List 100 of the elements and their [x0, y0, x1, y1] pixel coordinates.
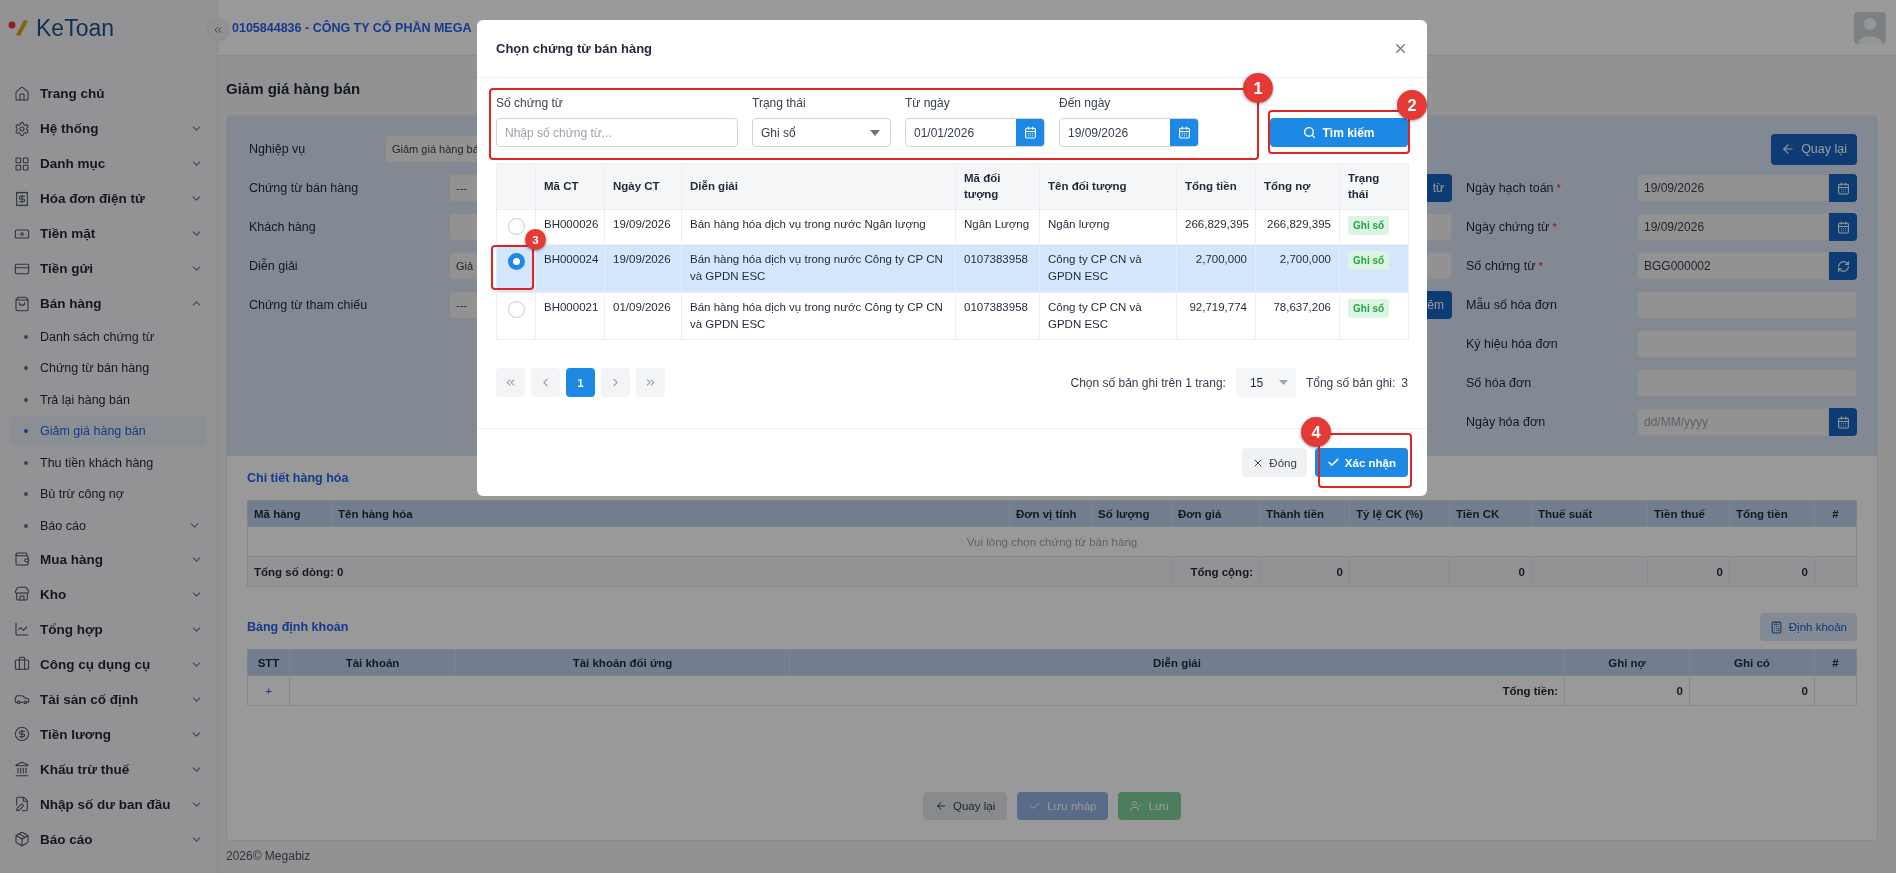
sidebar-subitem[interactable]: Trả lại hàng bán — [10, 384, 207, 416]
input-field[interactable]: 19/09/2026 — [1637, 213, 1829, 241]
field-label: Ký hiệu hóa đơn — [1466, 337, 1559, 351]
sidebar-item[interactable]: Hệ thống — [10, 111, 207, 146]
page-size-label: Chọn số bản ghi trên 1 trang: — [1070, 375, 1226, 390]
field-label: Chứng từ bán hàng — [249, 181, 360, 195]
previous-page-button[interactable] — [531, 368, 560, 397]
calendar-button[interactable] — [1829, 174, 1857, 202]
calendar-button[interactable] — [1829, 408, 1857, 436]
table-cell: Bán hàng hóa dịch vụ trong nước Công ty CP CN và GPDN ESC — [681, 244, 956, 292]
column-header: Ghi có — [1689, 649, 1815, 676]
entry-button[interactable]: Định khoản — [1759, 613, 1857, 641]
company-name: 0105844836 - CÔNG TY CỔ PHẦN MEGA — [232, 20, 473, 35]
radio-button[interactable] — [507, 253, 525, 270]
package-icon — [14, 831, 30, 847]
double-chevron-left-icon — [504, 376, 517, 389]
sidebar-item[interactable]: Báo cáo — [10, 821, 207, 857]
table-cell: Bán hàng hóa dịch vụ trong nước Ngân lượng — [681, 209, 956, 245]
sidebar-item[interactable]: Nhập số dư ban đầu — [10, 786, 207, 822]
sidebar-item[interactable]: Tiền gửi — [10, 251, 207, 286]
empty-message: Vui lòng chọn chứng từ bán hàng — [247, 526, 1857, 557]
chart-icon — [14, 621, 30, 637]
close-button[interactable] — [1393, 41, 1408, 56]
field-label: Ngày chứng từ * — [1466, 220, 1558, 234]
sidebar-subitem[interactable]: Bù trừ công nợ — [10, 478, 207, 510]
step-number: 1 — [1243, 73, 1273, 103]
calendar-button[interactable] — [1829, 213, 1857, 241]
column-header: Tổng tiền — [1176, 163, 1256, 210]
sidebar-subitem[interactable]: Báo cáo — [10, 510, 207, 542]
table-cell: BH000024 — [535, 244, 605, 292]
sidebar-item[interactable]: Tiền mặt — [10, 216, 207, 251]
refresh-button[interactable] — [1829, 252, 1857, 280]
page-size-select[interactable]: 15 — [1235, 368, 1296, 397]
sidebar-subitem[interactable]: Thu tiền khách hàng — [10, 447, 207, 479]
column-header: # — [1814, 649, 1857, 676]
sidebar-item[interactable]: Trang chủ — [10, 76, 207, 111]
sidebar-item[interactable]: Khấu trừ thuế — [10, 751, 207, 787]
calendar-icon — [1836, 415, 1850, 429]
edit-icon — [14, 796, 30, 812]
table-cell: Tổng cộng: — [1171, 556, 1260, 587]
field-label: Chứng từ tham chiếu — [249, 298, 369, 312]
last-page-button[interactable] — [636, 368, 665, 397]
calendar-icon — [1023, 126, 1037, 139]
next-page-button[interactable] — [601, 368, 630, 397]
avatar[interactable] — [1854, 11, 1886, 44]
sidebar-item[interactable]: Tổng hợp — [10, 611, 207, 647]
back-button[interactable]: Quay lại — [1771, 133, 1857, 165]
sidebar-item[interactable]: Công cụ dụng cụ — [10, 646, 207, 682]
sidebar-item[interactable]: Mua hàng — [10, 541, 207, 577]
double-chevron-right-icon — [644, 376, 657, 389]
date-field[interactable]: 01/01/2026 — [905, 118, 1045, 147]
sidebar-item[interactable]: Tiền lương — [10, 716, 207, 752]
step-number: 2 — [1397, 90, 1427, 120]
arrow-left-icon — [935, 800, 947, 812]
wallet-icon — [14, 551, 30, 567]
calendar-icon — [1836, 220, 1850, 234]
first-page-button[interactable] — [496, 368, 525, 397]
sidebar-item[interactable]: Bán hàng — [10, 286, 207, 321]
column-header: Tổng nợ — [1255, 163, 1340, 210]
filter-label: Đến ngày — [1059, 96, 1112, 110]
table-cell: 0 — [1729, 556, 1815, 587]
search-icon — [1303, 126, 1317, 139]
receipt-icon — [14, 190, 30, 207]
caret-icon — [1278, 380, 1288, 385]
column-header: Tài khoản đối ứng — [455, 649, 790, 676]
column-header: Diễn giải — [789, 649, 1565, 676]
search-field[interactable]: Nhập số chứng từ... — [496, 118, 738, 147]
search-button[interactable]: Tìm kiếm — [1270, 118, 1408, 147]
add-row-button[interactable]: + — [247, 675, 290, 706]
sidebar-subitem[interactable]: Danh sách chứng từ — [10, 321, 207, 353]
radio-button[interactable] — [507, 300, 525, 318]
date-field[interactable]: 19/09/2026 — [1059, 118, 1199, 147]
column-header: Tiền CK — [1449, 500, 1532, 527]
input-field[interactable]: BGG000002 — [1637, 252, 1829, 280]
calculator-icon — [1769, 620, 1783, 634]
column-header: Thuế suất — [1531, 500, 1648, 527]
sidebar-item[interactable]: Danh mục — [10, 146, 207, 181]
input-field[interactable]: 19/09/2026 — [1637, 174, 1829, 202]
sidebar-subitem[interactable]: Giảm giá hàng bán — [10, 415, 207, 447]
back-button[interactable]: Quay lại — [923, 792, 1008, 820]
column-header: Thành tiền — [1259, 500, 1350, 527]
column-header: Tổng tiền — [1729, 500, 1815, 527]
sidebar-item[interactable]: Hóa đơn điện tử — [10, 181, 207, 216]
sidebar-item[interactable]: Tài sản cố định — [10, 681, 207, 717]
status-select[interactable]: Ghi sổ — [752, 118, 891, 147]
column-header: Mã đối tượng — [955, 163, 1040, 210]
column-header: Đơn vị tính — [1009, 500, 1092, 527]
field-label: Mẫu số hóa đơn — [1466, 298, 1558, 312]
field-label: Ngày hóa đơn — [1466, 415, 1547, 429]
calendar-button[interactable] — [1016, 119, 1044, 146]
close-button[interactable]: Đóng — [1242, 448, 1307, 477]
radio-button[interactable] — [507, 218, 525, 235]
calendar-button[interactable] — [1170, 119, 1198, 146]
check-icon — [1029, 800, 1042, 812]
filter-label: Từ ngày — [905, 96, 951, 110]
column-header: Mã hàng — [247, 500, 332, 527]
sidebar-item[interactable]: Kho — [10, 576, 207, 612]
confirm-button[interactable]: Xác nhận — [1314, 448, 1408, 477]
sidebar-subitem[interactable]: Chứng từ bán hàng — [10, 352, 207, 384]
page-button[interactable]: 1 — [566, 368, 595, 397]
